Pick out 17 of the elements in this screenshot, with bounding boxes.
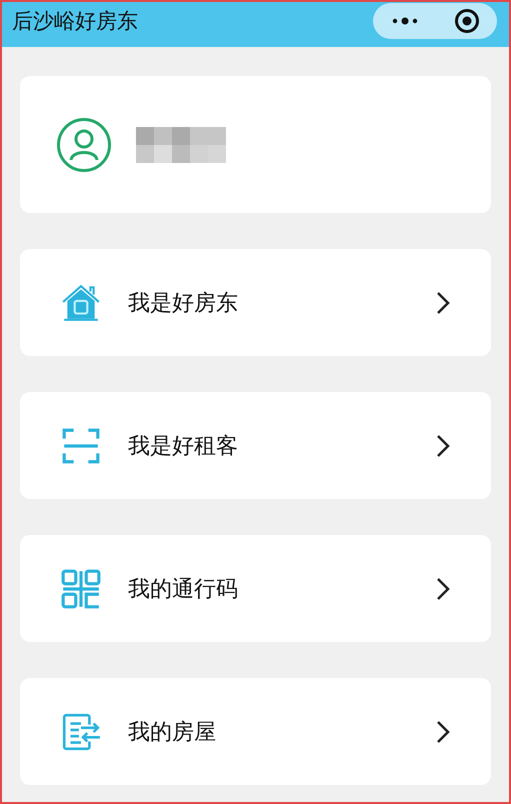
menu-label: 我的通行码 — [128, 576, 239, 604]
menu-label: 我是好房东 — [128, 290, 239, 318]
menu-label: 我的房屋 — [128, 718, 217, 746]
menu-label: 我是好租客 — [128, 432, 239, 460]
app-title: 后沙峪好房东 — [12, 8, 138, 34]
menu-item[interactable]: 我是好房东 — [20, 249, 491, 356]
chevron-right-icon — [435, 432, 451, 458]
close-icon[interactable] — [454, 8, 480, 34]
qr-code-icon — [60, 568, 102, 610]
menu-item[interactable]: 我是好租客 — [20, 392, 491, 499]
more-icon[interactable] — [390, 16, 418, 26]
chevron-right-icon — [435, 718, 451, 744]
menu-item[interactable]: 我的房屋 — [20, 678, 491, 785]
menu-item[interactable]: 我的通行码 — [20, 535, 491, 642]
avatar-icon[interactable] — [56, 116, 112, 172]
chevron-right-icon — [435, 290, 451, 316]
chevron-right-icon — [435, 576, 451, 602]
